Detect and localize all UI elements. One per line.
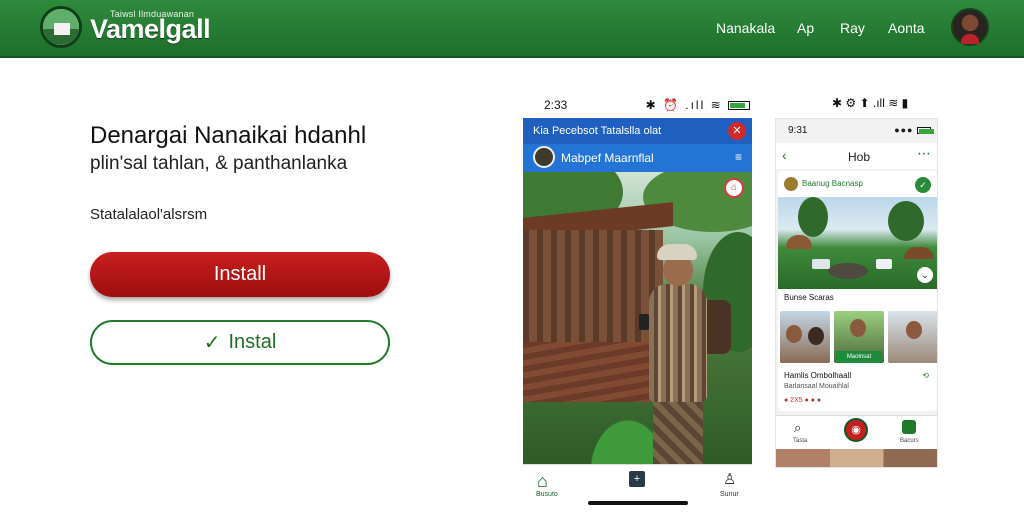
phone1-app-header: Kia Pecebsot Tatalslla olat ✕ — [523, 118, 752, 144]
post-card[interactable]: Baanug Bacnasp ✓ ⌄ Bunse Scaras Maolnsat… — [778, 171, 937, 411]
hero-small-text: Statalalaol'alsrsm — [90, 206, 208, 223]
phone1-header-text: Kia Pecebsot Tatalslla olat — [533, 125, 662, 137]
logo-icon[interactable] — [40, 6, 82, 48]
photo-strip — [776, 449, 937, 467]
phone2-status-icons: ✱ ⚙ ⬆ .ıll ≋ ▮ — [832, 96, 909, 110]
village-photo[interactable]: ⌄ — [778, 197, 937, 289]
nav-link-1[interactable]: Nanakala — [716, 20, 775, 36]
channel-avatar[interactable] — [784, 177, 798, 191]
user-avatar[interactable] — [951, 8, 989, 46]
phone2-title-bar: ‹ Hob ⋯ — [776, 143, 937, 169]
phone1-status-bar: 2:33 ✱ ⏰ .ıll ≋ — [540, 96, 750, 114]
battery-icon — [917, 127, 934, 135]
brand-name[interactable]: Vamelgall — [90, 14, 211, 45]
phone1-subheader-text: Mabpef Maarnflal — [561, 151, 654, 165]
location-pin-icon[interactable]: ⌂ — [724, 178, 744, 198]
user-icon[interactable]: ♙ — [723, 470, 736, 488]
farmer-photo: ⌂ — [523, 172, 752, 464]
more-icon[interactable]: ⋯ — [917, 145, 931, 162]
channel-name[interactable]: Baanug Bacnasp — [802, 179, 863, 188]
nav-link-2[interactable]: Ap — [797, 20, 814, 36]
record-button[interactable]: ◉ — [844, 418, 868, 442]
search-icon[interactable]: ⌕ — [794, 420, 801, 436]
back-icon[interactable]: ‹ — [782, 147, 787, 163]
thumbnail-2[interactable]: Maolnsat — [834, 311, 884, 363]
check-icon: ✓ — [203, 332, 221, 354]
close-icon[interactable]: ✕ — [728, 122, 746, 140]
home-indicator — [588, 501, 688, 505]
top-navigation-bar: Taiwsl Ilmduawanan Vamelgall Nanakala Ap… — [0, 0, 1024, 58]
share-icon[interactable]: ⟲ — [922, 371, 929, 380]
install-button-primary[interactable]: Install — [90, 252, 390, 297]
phone2-time: 9:31 — [788, 125, 808, 136]
nav-user-label: Sunur — [720, 491, 739, 498]
nav-home-label: Busuto — [536, 491, 558, 498]
post-author: Hamlis Ombolhaall — [784, 371, 852, 380]
green-tab-icon[interactable] — [902, 420, 916, 434]
thumbnail-row: Maolnsat — [780, 311, 937, 365]
battery-icon — [728, 101, 750, 111]
nav-search-label: Tasta — [793, 438, 808, 444]
post-subtitle: Barlansaal Mouaihlal — [784, 383, 849, 390]
nav-link-3[interactable]: Ray — [840, 20, 865, 36]
hero-headline: Denargai Nanaikai hdanhl — [90, 122, 367, 149]
home-icon[interactable]: ⌂ — [537, 471, 548, 492]
phone2-screen: 9:31 ●●● ‹ Hob ⋯ Baanug Bacnasp ✓ ⌄ Buns… — [775, 118, 938, 468]
menu-icon[interactable]: ≡ — [735, 150, 742, 164]
hero-subline: plin'sal tahlan, & panthanlanka — [90, 153, 348, 174]
install-button-secondary[interactable]: ✓ Instal — [90, 320, 390, 365]
install-button-label: Install — [213, 263, 267, 285]
nav-green-label: Bacurs — [900, 438, 919, 444]
phone1-status-icons: ✱ ⏰ .ıll ≋ — [646, 98, 750, 112]
phone2-title: Hob — [848, 150, 871, 164]
verified-check-icon: ✓ — [915, 177, 931, 193]
thumbnail-1[interactable] — [780, 311, 830, 363]
chevron-down-icon[interactable]: ⌄ — [917, 267, 933, 283]
phone2-bottom-nav: ⌕ Tasta ◉ Bacurs — [776, 415, 937, 449]
thumbnail-tag: Maolnsat — [836, 351, 882, 363]
post-reactions: ● 2X5 ● ● ● — [784, 397, 822, 404]
phone1-screen: Kia Pecebsot Tatalslla olat ✕ Mabpef Maa… — [523, 118, 752, 508]
nav-link-4[interactable]: Aonta — [888, 20, 925, 36]
phone1-time: 2:33 — [544, 98, 568, 112]
phone1-subheader: Mabpef Maarnflal ≡ — [523, 144, 752, 172]
profile-avatar[interactable] — [533, 146, 555, 168]
install-secondary-label: Instal — [228, 331, 277, 353]
thumbnail-3[interactable] — [888, 311, 937, 363]
grid-icon[interactable]: + — [629, 471, 645, 487]
section-title: Bunse Scaras — [784, 293, 834, 302]
phone2-mini-icons: ●●● — [894, 125, 934, 135]
